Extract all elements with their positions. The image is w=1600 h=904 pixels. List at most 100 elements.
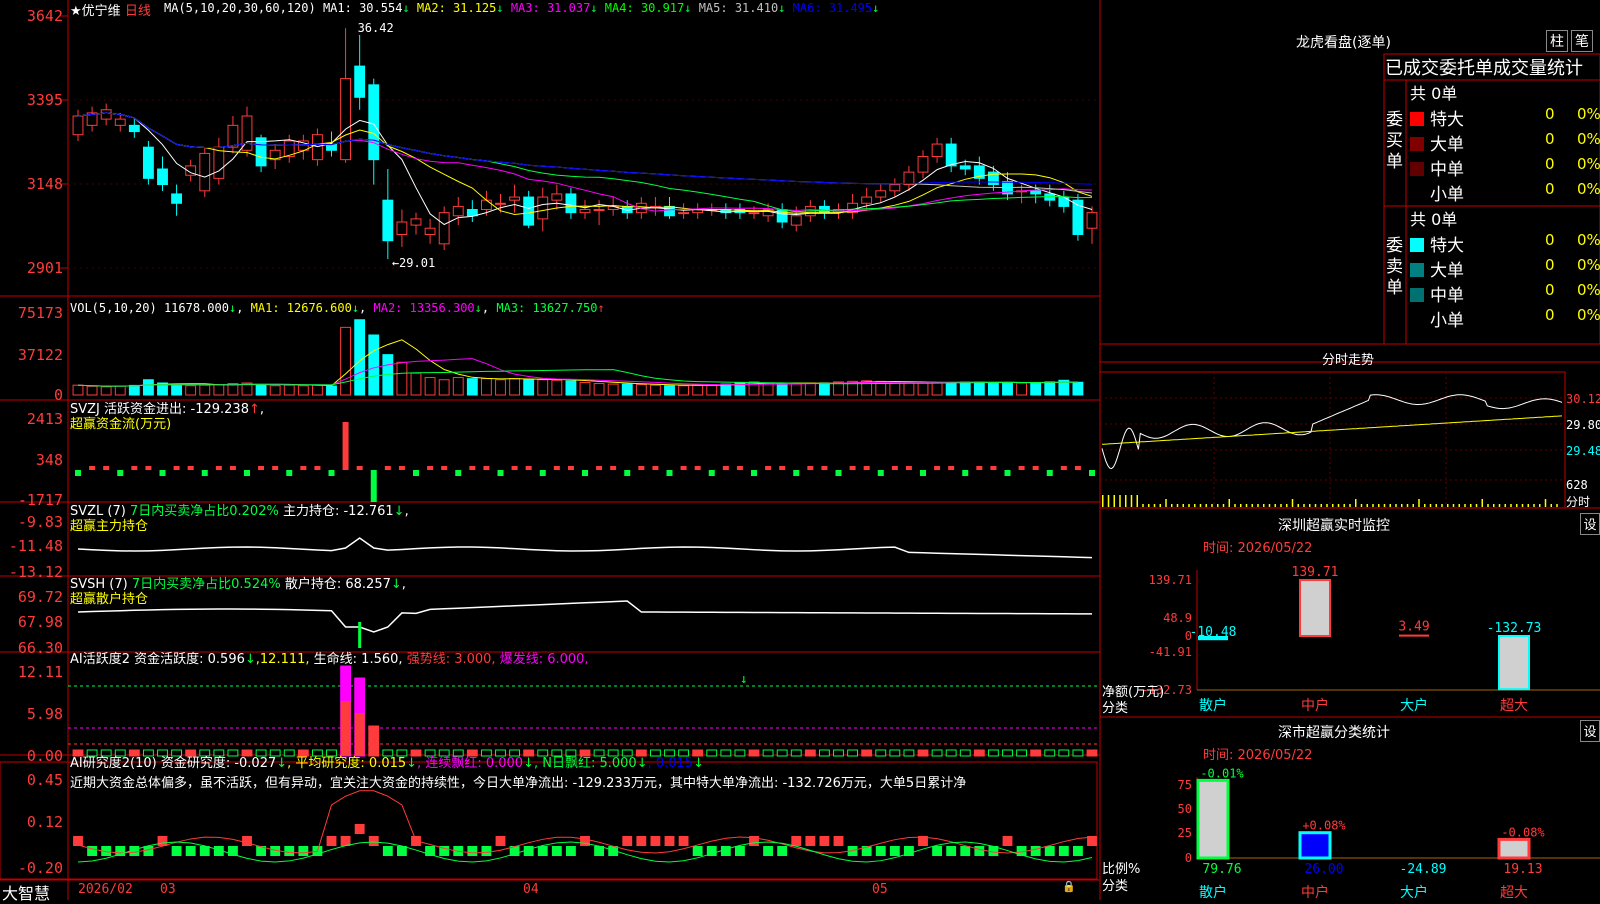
monitor-axis-label-1: 48.9 [1163,611,1192,625]
sell-row: 中单 0 0% [1410,281,1600,306]
fenshi-volume-bar [1125,495,1127,507]
sell-total: 共 0单 [1410,210,1458,229]
fundflow-bar [427,466,434,470]
fundflow-bar [793,470,800,476]
fenshi-volume-bar [1199,504,1202,507]
fenshi-volume-bar [1113,495,1115,507]
monitor-axis-label-3: -41.91 [1149,645,1192,659]
fenshi-volume-bar [1406,504,1409,507]
date-label-0: 2026/02 [78,882,133,897]
fenshi-volume-bar [1182,504,1184,507]
monitor-title: 深圳超赢实时监控 [1278,518,1390,534]
longhu-subtitle: 已成交委托单成交量统计 [1385,58,1583,79]
research-bar [171,846,182,856]
ai1-arrow-marker: ↓ [740,672,748,687]
ma-label: MA(5,10,20,30,60,120) [164,1,316,15]
ai2-a4: ↓ [636,756,648,771]
date-label-3: 05 [872,882,888,897]
monitor-settings-button[interactable]: 设 [1580,513,1600,535]
research-bar [763,846,774,856]
fundflow-bar [1018,466,1025,470]
ma-arrow-3: ↓ [590,1,598,15]
vol-axis-label-0: 75173 [18,304,63,322]
buy-label: 委买单 [1386,110,1403,172]
high-price-marker: 36.42 [358,21,394,35]
research-bar [580,836,590,846]
research-bar [1030,846,1041,856]
research-bar [326,836,337,846]
fundflow-bar [244,470,250,476]
fundflow-bar [159,470,166,476]
fundflow-bar [1060,466,1067,470]
fenshi-volume-bar [1493,504,1495,507]
ma-value-4: MA4: 30.917↓ [597,1,692,15]
fundflow-bar [145,466,152,470]
volume-bar [410,372,422,396]
activity-bar [1030,749,1042,757]
svzj-comma: , [259,402,265,417]
classify-axis-label-1: 50 [1178,802,1192,816]
candle-body [368,84,380,161]
volume-bar [452,377,464,396]
svsh-axis-label-2: 66.30 [18,639,63,657]
classify-bar-label-1: 中户 [1301,884,1329,900]
monitor-time: 时间: 2026/05/22 [1203,541,1313,556]
volume-bar [804,382,816,396]
fenshi-volume-bar [1418,499,1420,507]
research-bar [354,824,365,834]
fundflow-bar [708,470,715,476]
candle-body [579,209,591,214]
fenshi-volume-bar [1360,504,1363,507]
buy-count: 0 [1545,155,1555,173]
activity-bar [734,749,746,757]
fenshi-title: 分时走势 [1322,353,1375,368]
fundflow-bar [863,466,870,470]
fenshi-axis-2: 29.48 [1566,444,1600,458]
fenshi-volume-bar [1211,504,1213,507]
fundflow-bar [976,466,983,470]
activity-bar [875,749,887,757]
fundflow-bar [722,466,729,470]
fenshi-volume-bar [1366,504,1368,507]
fenshi-volume-bar [1464,504,1466,507]
monitor-bar-value-3: -132.73 [1487,621,1542,636]
ma-value-6: MA6: 31.495↓ [785,1,880,15]
volume-bar [1016,382,1028,396]
fundflow-bar [103,466,110,470]
research-bar [636,836,647,846]
fenshi-volume-bar [1286,504,1288,507]
ma-arrow-6: ↓ [872,1,880,15]
buy-name: 大单 [1430,135,1464,155]
ai1-v3: 生命线: 1.560, [313,652,403,667]
fenshi-price-line [1101,394,1563,470]
volume-bar [1030,381,1042,396]
star-icon[interactable]: ★ [70,4,82,19]
fenshi-volume-bar [1533,504,1535,507]
volume-bar [945,381,957,396]
svzj-axis-label-1: 348 [36,451,63,469]
fenshi-volume-bar [1487,504,1489,507]
period-label[interactable]: 日线 [125,4,151,19]
fenshi-volume-bar [1303,504,1305,507]
volume-bar [664,385,675,396]
fundflow-bar [413,470,419,476]
research-bar [242,836,252,846]
activity-bar [1002,749,1013,757]
vol-ma3: MA3: 13627.750 [496,301,598,315]
buy-count: 0 [1545,180,1555,198]
fundflow-bar [173,466,180,470]
candle-body [664,205,675,217]
lock-icon[interactable]: 🔒 [1062,880,1076,893]
sell-label: 委卖单 [1386,236,1403,298]
classify-settings-button[interactable]: 设 [1580,720,1600,742]
candle-body [171,193,183,204]
classify-bar-top-3: -0.08% [1501,825,1545,839]
research-bar [805,836,816,846]
price-axis-label-0: 3642 [27,7,63,25]
fundflow-bar [835,470,842,476]
fenshi-volume-bar [1516,504,1518,507]
research-bar [960,846,971,856]
zhu-button[interactable]: 柱 [1546,30,1568,52]
bi-button[interactable]: 笔 [1571,30,1593,52]
fenshi-volume-bar [1153,504,1156,507]
